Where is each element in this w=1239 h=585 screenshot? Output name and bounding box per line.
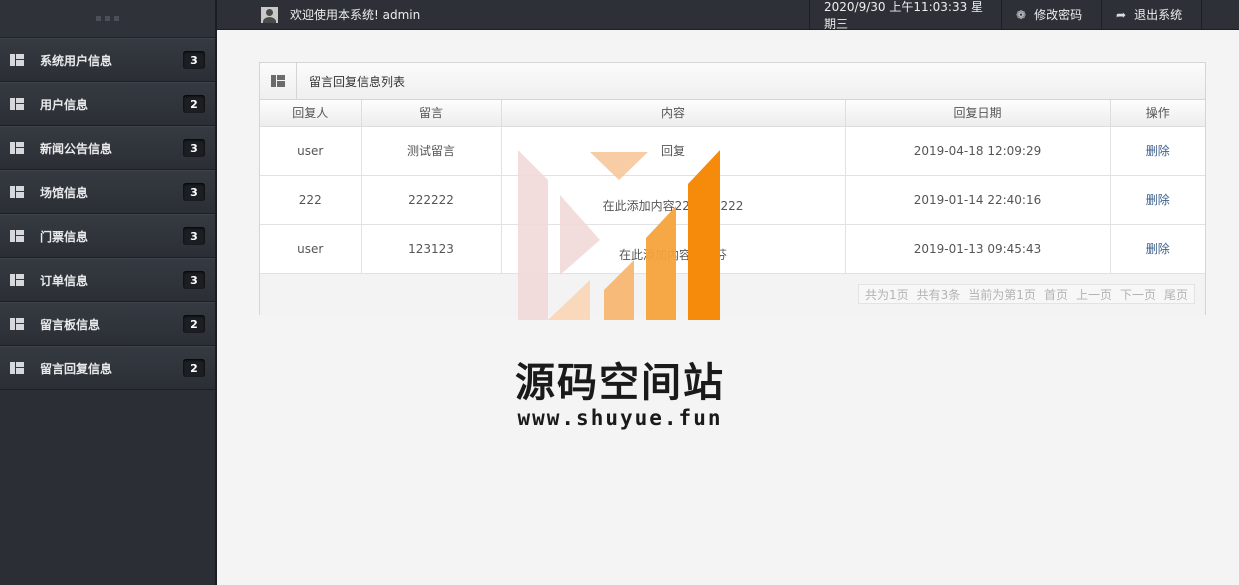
- grip-icon: [96, 16, 119, 21]
- welcome-area: 欢迎使用本系统! admin: [217, 0, 809, 29]
- cell-message: 测试留言: [361, 126, 502, 176]
- sidebar: 系统用户信息 3 用户信息 2 新闻公告信息 3 场馆信息 3 门票信息 3 订…: [0, 0, 217, 585]
- dashboard-icon: [10, 142, 24, 154]
- sidebar-item-label: 系统用户信息: [40, 53, 113, 68]
- change-password-button[interactable]: ❁ 修改密码: [1001, 0, 1101, 29]
- sidebar-item-orders[interactable]: 订单信息 3: [0, 258, 215, 302]
- delete-link[interactable]: 删除: [1110, 126, 1205, 176]
- pagination-total-records: 共有3条: [916, 287, 961, 302]
- datetime-display: 2020/9/30 上午11:03:33 星期三: [809, 0, 1001, 31]
- count-badge: 3: [183, 51, 205, 69]
- dashboard-icon: [271, 75, 285, 87]
- cell-date: 2019-04-18 12:09:29: [845, 126, 1111, 176]
- delete-link[interactable]: 删除: [1110, 175, 1205, 225]
- sidebar-item-label: 留言回复信息: [40, 361, 113, 376]
- sidebar-item-label: 新闻公告信息: [40, 141, 113, 156]
- sidebar-item-tickets[interactable]: 门票信息 3: [0, 214, 215, 258]
- sidebar-item-label: 场馆信息: [40, 185, 89, 200]
- sidebar-item-label: 留言板信息: [40, 317, 101, 332]
- sidebar-item-news[interactable]: 新闻公告信息 3: [0, 126, 215, 170]
- logo-bar-1: [548, 280, 590, 320]
- logo-left-wedge: [560, 195, 600, 275]
- logo-top-triangle: [590, 152, 648, 180]
- cell-replier: user: [260, 224, 362, 274]
- dashboard-icon: [10, 230, 24, 242]
- logo-left-pillar: [518, 150, 548, 320]
- column-header[interactable]: 内容: [501, 100, 846, 127]
- prev-page-link[interactable]: 上一页: [1076, 286, 1112, 303]
- count-badge: 3: [183, 183, 205, 201]
- sidebar-item-users[interactable]: 用户信息 2: [0, 82, 215, 126]
- table-row: 222 222222 在此添加内容222222222 2019-01-14 22…: [260, 175, 1205, 225]
- dashboard-icon: [10, 362, 24, 374]
- pagination-total-pages: 共为1页: [865, 287, 909, 302]
- column-header[interactable]: 回复日期: [845, 100, 1111, 127]
- count-badge: 2: [183, 315, 205, 333]
- reply-table: 回复人 留言 内容 回复日期 操作 user 测试留言 回复 2019-04-1…: [260, 100, 1205, 274]
- cell-message: 123123: [361, 224, 502, 274]
- sidebar-collapse-handle[interactable]: [0, 0, 215, 38]
- column-header[interactable]: 留言: [361, 100, 502, 127]
- cell-date: 2019-01-14 22:40:16: [845, 175, 1111, 225]
- logout-button[interactable]: ➦ 退出系统: [1101, 0, 1201, 29]
- dashboard-icon: [10, 54, 24, 66]
- cell-message: 222222: [361, 175, 502, 225]
- header-spacer: [1201, 0, 1239, 29]
- sidebar-item-venues[interactable]: 场馆信息 3: [0, 170, 215, 214]
- logo-bar-3: [646, 206, 676, 320]
- table-row: user 123123 在此添加内容斯蒂芬 2019-01-13 09:45:4…: [260, 224, 1205, 274]
- reply-list-panel: 留言回复信息列表 回复人 留言 内容 回复日期 操作 user 测试留言 回复 …: [259, 62, 1206, 315]
- logo-bar-2: [604, 260, 634, 320]
- logo-bar-4: [688, 150, 720, 320]
- watermark-url: www.shuyue.fun: [517, 406, 723, 430]
- count-badge: 3: [183, 271, 205, 289]
- pagination-current-page: 当前为第1页: [968, 287, 1036, 302]
- top-bar: 欢迎使用本系统! admin 2020/9/30 上午11:03:33 星期三 …: [217, 0, 1239, 31]
- pagination: 共为1页 共有3条 当前为第1页 首页 上一页 下一页 尾页: [858, 284, 1195, 304]
- watermark-logo: [518, 150, 720, 320]
- share-arrow-icon: ➦: [1116, 7, 1127, 22]
- datetime-text: 2020/9/30 上午11:03:33 星期三: [824, 0, 984, 31]
- dashboard-icon: [10, 186, 24, 198]
- sidebar-item-label: 门票信息: [40, 229, 89, 244]
- sidebar-item-message-replies[interactable]: 留言回复信息 2: [0, 346, 215, 390]
- pagination-bar: 共为1页 共有3条 当前为第1页 首页 上一页 下一页 尾页: [260, 273, 1205, 315]
- logout-label: 退出系统: [1134, 8, 1183, 22]
- next-page-link[interactable]: 下一页: [1120, 286, 1156, 303]
- cell-replier: user: [260, 126, 362, 176]
- panel-title: 留言回复信息列表: [309, 74, 406, 89]
- column-header[interactable]: 回复人: [260, 100, 362, 127]
- count-badge: 2: [183, 359, 205, 377]
- gear-icon: ❁: [1016, 7, 1027, 22]
- table-row: user 测试留言 回复 2019-04-18 12:09:29 删除: [260, 126, 1205, 176]
- dashboard-icon: [10, 274, 24, 286]
- count-badge: 3: [183, 227, 205, 245]
- sidebar-nav: 系统用户信息 3 用户信息 2 新闻公告信息 3 场馆信息 3 门票信息 3 订…: [0, 38, 215, 390]
- dashboard-icon: [10, 318, 24, 330]
- cell-date: 2019-01-13 09:45:43: [845, 224, 1111, 274]
- table-header-row: 回复人 留言 内容 回复日期 操作: [260, 100, 1205, 127]
- dashboard-icon: [10, 98, 24, 110]
- count-badge: 3: [183, 139, 205, 157]
- sidebar-item-label: 订单信息: [40, 273, 89, 288]
- sidebar-item-system-users[interactable]: 系统用户信息 3: [0, 38, 215, 82]
- watermark-title: 源码空间站: [515, 360, 725, 406]
- sidebar-item-label: 用户信息: [40, 97, 89, 112]
- sidebar-item-message-board[interactable]: 留言板信息 2: [0, 302, 215, 346]
- panel-header: 留言回复信息列表: [260, 62, 1205, 100]
- cell-replier: 222: [260, 175, 362, 225]
- welcome-text: 欢迎使用本系统! admin: [290, 8, 421, 22]
- panel-header-icon-box: [260, 62, 297, 100]
- change-password-label: 修改密码: [1034, 8, 1083, 22]
- last-page-link[interactable]: 尾页: [1164, 286, 1188, 303]
- column-header: 操作: [1110, 100, 1205, 127]
- delete-link[interactable]: 删除: [1110, 224, 1205, 274]
- count-badge: 2: [183, 95, 205, 113]
- first-page-link[interactable]: 首页: [1044, 286, 1068, 303]
- user-avatar-icon: [261, 6, 278, 23]
